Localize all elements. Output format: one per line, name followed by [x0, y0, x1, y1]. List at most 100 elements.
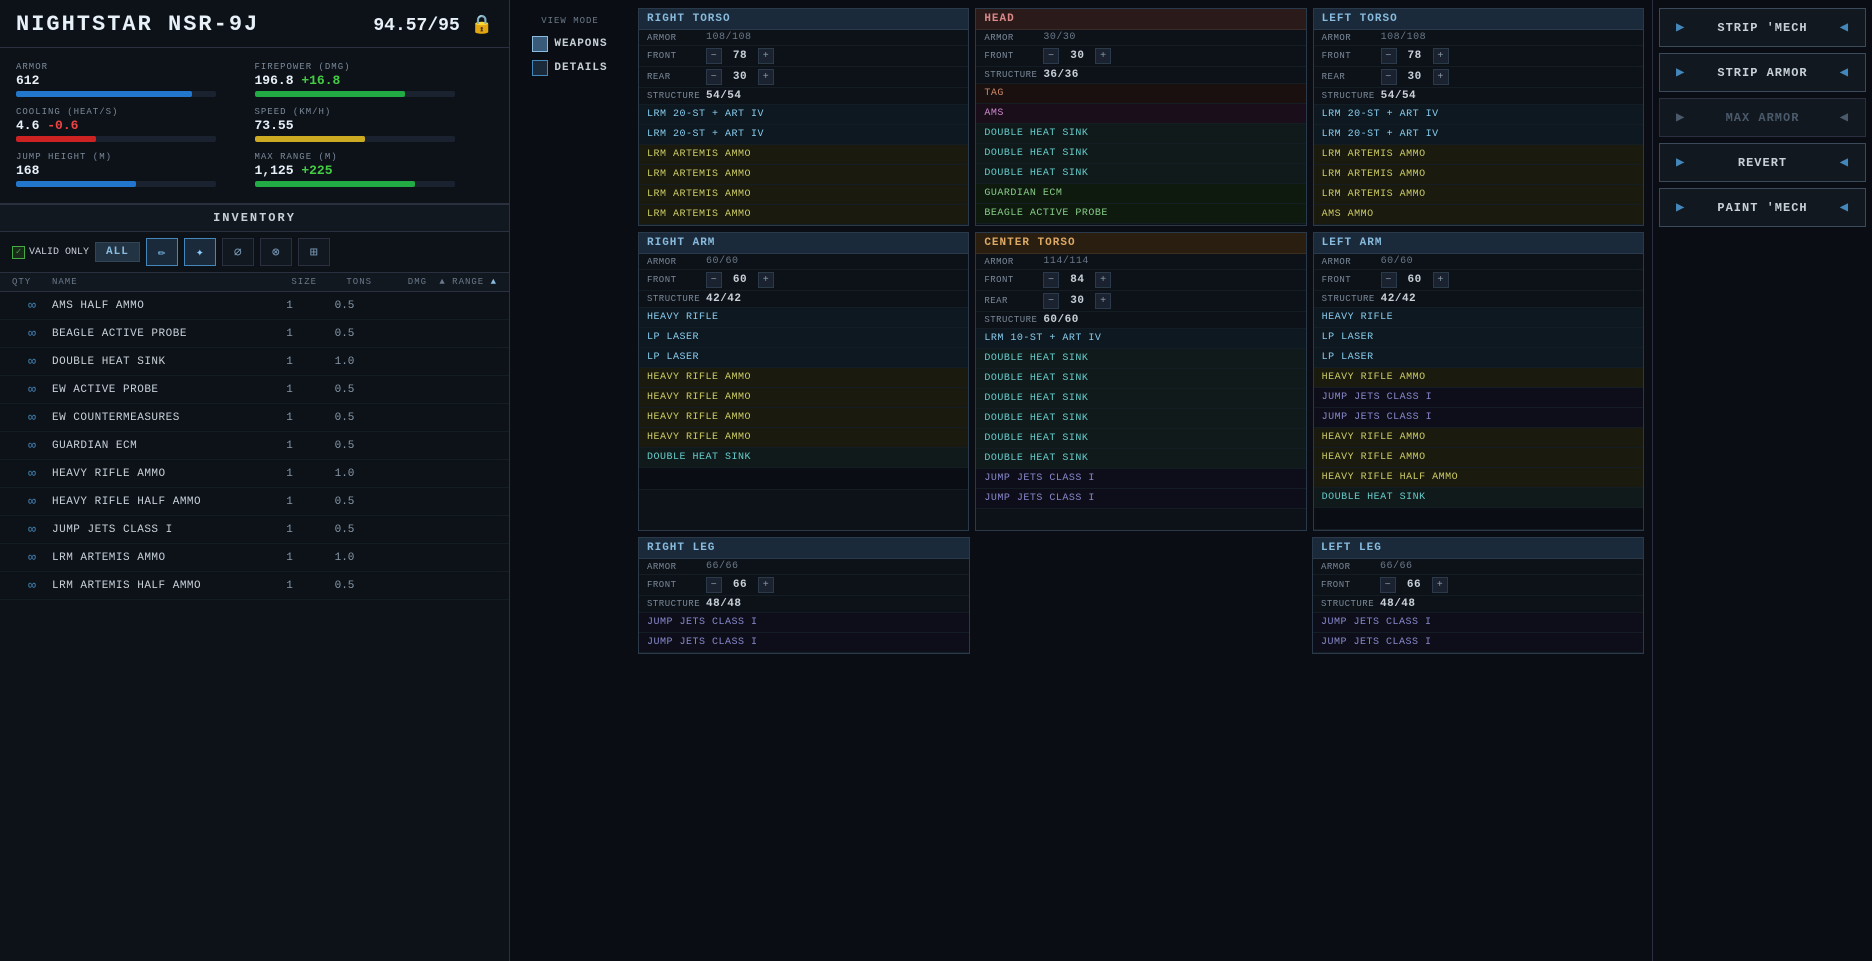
- rt-slot-3[interactable]: LRM ARTEMIS AMMO: [639, 165, 968, 185]
- rl-front-minus[interactable]: −: [706, 577, 722, 593]
- lt-rear-minus[interactable]: −: [1381, 69, 1397, 85]
- h-front-plus[interactable]: +: [1095, 48, 1111, 64]
- ra-front-plus[interactable]: +: [758, 272, 774, 288]
- la-slot-4[interactable]: JUMP JETS CLASS I: [1314, 388, 1643, 408]
- lt-slot-0[interactable]: LRM 20-ST + ART IV: [1314, 105, 1643, 125]
- ct-slot-0[interactable]: LRM 10-ST + ART IV: [976, 329, 1305, 349]
- ct-slot-8[interactable]: JUMP JETS CLASS I: [976, 489, 1305, 509]
- ll-front-plus[interactable]: +: [1432, 577, 1448, 593]
- inventory-row-10[interactable]: ∞ LRM ARTEMIS HALF AMMO 1 0.5: [0, 572, 509, 600]
- max-armor-button[interactable]: ▶ MAX ARMOR ◀: [1659, 98, 1866, 137]
- lt-slot-2[interactable]: LRM ARTEMIS AMMO: [1314, 145, 1643, 165]
- h-slot-1[interactable]: AMS: [976, 104, 1305, 124]
- rl-front-plus[interactable]: +: [758, 577, 774, 593]
- lt-rear-plus[interactable]: +: [1433, 69, 1449, 85]
- ct-slot-5[interactable]: DOUBLE HEAT SINK: [976, 429, 1305, 449]
- strip-mech-button[interactable]: ▶ STRIP 'MECH ◀: [1659, 8, 1866, 47]
- la-slot-5[interactable]: JUMP JETS CLASS I: [1314, 408, 1643, 428]
- inventory-row-5[interactable]: ∞ GUARDIAN ECM 1 0.5: [0, 432, 509, 460]
- lt-slot-5[interactable]: AMS AMMO: [1314, 205, 1643, 225]
- ct-slot-7[interactable]: JUMP JETS CLASS I: [976, 469, 1305, 489]
- valid-only-filter[interactable]: ✓ VALID ONLY: [12, 246, 89, 259]
- ra-slot-5[interactable]: HEAVY RIFLE AMMO: [639, 408, 968, 428]
- la-front-plus[interactable]: +: [1433, 272, 1449, 288]
- ra-slot-2[interactable]: LP LASER: [639, 348, 968, 368]
- ct-front-plus[interactable]: +: [1095, 272, 1111, 288]
- rt-rear-minus[interactable]: −: [706, 69, 722, 85]
- ra-slot-3[interactable]: HEAVY RIFLE AMMO: [639, 368, 968, 388]
- rt-front-plus[interactable]: +: [758, 48, 774, 64]
- h-slot-4[interactable]: DOUBLE HEAT SINK: [976, 164, 1305, 184]
- inventory-row-7[interactable]: ∞ HEAVY RIFLE HALF AMMO 1 0.5: [0, 488, 509, 516]
- ll-slot-0[interactable]: JUMP JETS CLASS I: [1313, 613, 1643, 633]
- rt-slot-5[interactable]: LRM ARTEMIS AMMO: [639, 205, 968, 225]
- ct-slot-2[interactable]: DOUBLE HEAT SINK: [976, 369, 1305, 389]
- inventory-row-8[interactable]: ∞ JUMP JETS CLASS I 1 0.5: [0, 516, 509, 544]
- revert-button[interactable]: ▶ REVERT ◀: [1659, 143, 1866, 182]
- lt-front-plus[interactable]: +: [1433, 48, 1449, 64]
- h-slot-6[interactable]: BEAGLE ACTIVE PROBE: [976, 204, 1305, 224]
- ra-slot-7[interactable]: DOUBLE HEAT SINK: [639, 448, 968, 468]
- strip-armor-button[interactable]: ▶ STRIP ARMOR ◀: [1659, 53, 1866, 92]
- ct-slot-1[interactable]: DOUBLE HEAT SINK: [976, 349, 1305, 369]
- lt-slot-4[interactable]: LRM ARTEMIS AMMO: [1314, 185, 1643, 205]
- weapons-view-btn[interactable]: WEAPONS: [528, 34, 611, 54]
- ct-rear-minus[interactable]: −: [1043, 293, 1059, 309]
- lt-front-minus[interactable]: −: [1381, 48, 1397, 64]
- inventory-row-9[interactable]: ∞ LRM ARTEMIS AMMO 1 1.0: [0, 544, 509, 572]
- filter-equipment-icon[interactable]: ⊞: [298, 238, 330, 266]
- rl-slot-0[interactable]: JUMP JETS CLASS I: [639, 613, 969, 633]
- la-slot-9[interactable]: DOUBLE HEAT SINK: [1314, 488, 1643, 508]
- h-front-minus[interactable]: −: [1043, 48, 1059, 64]
- ra-slot-0[interactable]: HEAVY RIFLE: [639, 308, 968, 328]
- filter-weapons-icon[interactable]: ✏: [146, 238, 178, 266]
- inventory-row-2[interactable]: ∞ DOUBLE HEAT SINK 1 1.0: [0, 348, 509, 376]
- col-range[interactable]: ▲ RANGE: [427, 277, 497, 287]
- rt-front-minus[interactable]: −: [706, 48, 722, 64]
- rt-slot-0[interactable]: LRM 20-ST + ART IV: [639, 105, 968, 125]
- ra-front-minus[interactable]: −: [706, 272, 722, 288]
- filter-all-button[interactable]: ALL: [95, 242, 140, 262]
- la-slot-2[interactable]: LP LASER: [1314, 348, 1643, 368]
- la-slot-0[interactable]: HEAVY RIFLE: [1314, 308, 1643, 328]
- ct-slot-3[interactable]: DOUBLE HEAT SINK: [976, 389, 1305, 409]
- ct-slot-6[interactable]: DOUBLE HEAT SINK: [976, 449, 1305, 469]
- la-slot-1[interactable]: LP LASER: [1314, 328, 1643, 348]
- inventory-row-1[interactable]: ∞ BEAGLE ACTIVE PROBE 1 0.5: [0, 320, 509, 348]
- details-view-btn[interactable]: DETAILS: [528, 58, 611, 78]
- la-slot-6[interactable]: HEAVY RIFLE AMMO: [1314, 428, 1643, 448]
- rt-rear-plus[interactable]: +: [758, 69, 774, 85]
- ll-front-minus[interactable]: −: [1380, 577, 1396, 593]
- h-slot-2[interactable]: DOUBLE HEAT SINK: [976, 124, 1305, 144]
- rl-slot-1[interactable]: JUMP JETS CLASS I: [639, 633, 969, 653]
- h-slot-3[interactable]: DOUBLE HEAT SINK: [976, 144, 1305, 164]
- rt-slot-1[interactable]: LRM 20-ST + ART IV: [639, 125, 968, 145]
- inventory-row-3[interactable]: ∞ EW ACTIVE PROBE 1 0.5: [0, 376, 509, 404]
- la-slot-8[interactable]: HEAVY RIFLE HALF AMMO: [1314, 468, 1643, 488]
- lt-slot-3[interactable]: LRM ARTEMIS AMMO: [1314, 165, 1643, 185]
- ll-slot-1[interactable]: JUMP JETS CLASS I: [1313, 633, 1643, 653]
- lt-slot-1[interactable]: LRM 20-ST + ART IV: [1314, 125, 1643, 145]
- jump-bar: [16, 181, 216, 187]
- rt-slot-4[interactable]: LRM ARTEMIS AMMO: [639, 185, 968, 205]
- rt-slot-2[interactable]: LRM ARTEMIS AMMO: [639, 145, 968, 165]
- la-front-minus[interactable]: −: [1381, 272, 1397, 288]
- filter-missile-icon[interactable]: ⊗: [260, 238, 292, 266]
- inventory-row-4[interactable]: ∞ EW COUNTERMEASURES 1 0.5: [0, 404, 509, 432]
- h-slot-5[interactable]: GUARDIAN ECM: [976, 184, 1305, 204]
- ra-slot-6[interactable]: HEAVY RIFLE AMMO: [639, 428, 968, 448]
- ct-slot-4[interactable]: DOUBLE HEAT SINK: [976, 409, 1305, 429]
- paint-mech-button[interactable]: ▶ PAINT 'MECH ◀: [1659, 188, 1866, 227]
- la-slot-3[interactable]: HEAVY RIFLE AMMO: [1314, 368, 1643, 388]
- inventory-row-6[interactable]: ∞ HEAVY RIFLE AMMO 1 1.0: [0, 460, 509, 488]
- inventory-row-0[interactable]: ∞ AMS HALF AMMO 1 0.5: [0, 292, 509, 320]
- h-slot-0[interactable]: TAG: [976, 84, 1305, 104]
- filter-ballistic-icon[interactable]: ⌀: [222, 238, 254, 266]
- ra-slot-1[interactable]: LP LASER: [639, 328, 968, 348]
- valid-only-checkbox[interactable]: ✓: [12, 246, 25, 259]
- ct-rear-plus[interactable]: +: [1095, 293, 1111, 309]
- ra-slot-4[interactable]: HEAVY RIFLE AMMO: [639, 388, 968, 408]
- filter-energy-icon[interactable]: ✦: [184, 238, 216, 266]
- ct-front-minus[interactable]: −: [1043, 272, 1059, 288]
- la-slot-7[interactable]: HEAVY RIFLE AMMO: [1314, 448, 1643, 468]
